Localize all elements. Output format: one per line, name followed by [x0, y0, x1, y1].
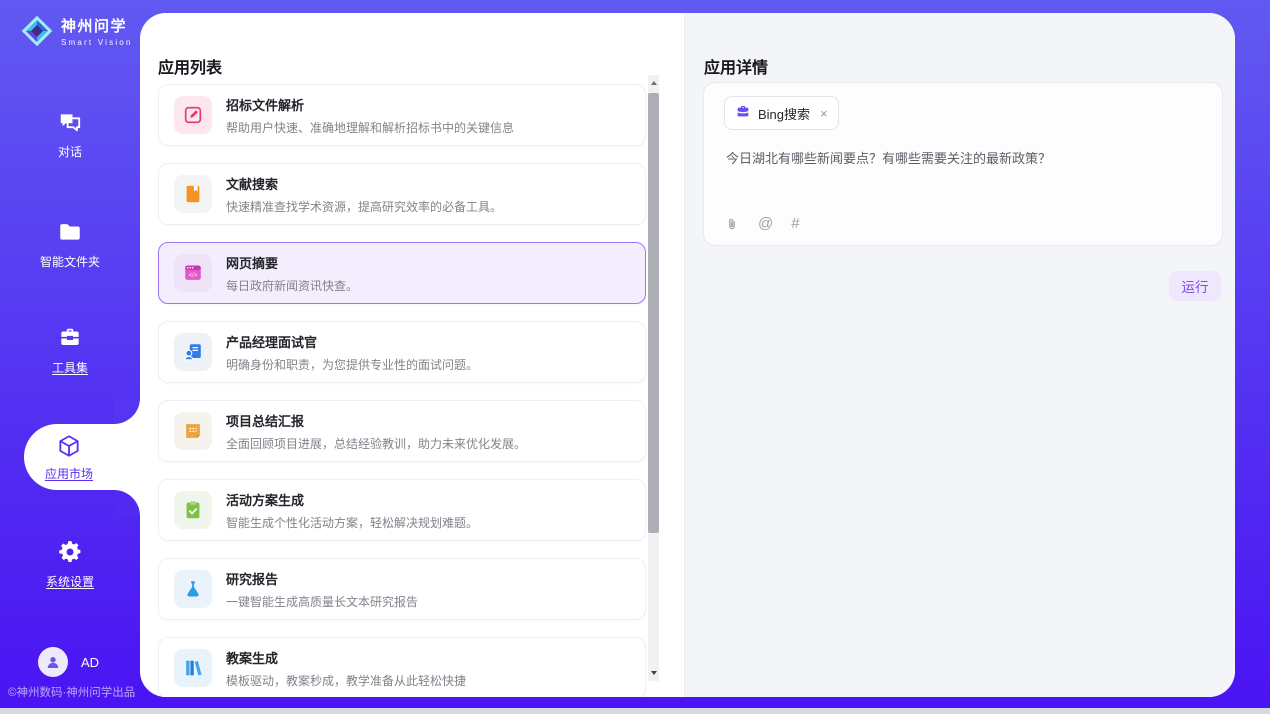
sidebar-item-label: 工具集 [52, 359, 88, 376]
folder-icon [57, 218, 83, 245]
app-root: { "brand": { "name": "神州问学", "tagline": … [0, 0, 1270, 714]
app-card-web[interactable]: </> 网页摘要 每日政府新闻资讯快查。 [158, 242, 646, 304]
sidebar-item-label: 系统设置 [46, 573, 94, 590]
tool-tag-label: Bing搜索 [758, 104, 810, 123]
app-card-lesson[interactable]: 教案生成 模板驱动，教案秒成，教学准备从此轻松快捷 [158, 637, 646, 697]
scroll-down-icon[interactable] [648, 665, 659, 681]
app-card-desc: 帮助用户快速、准确地理解和解析招标书中的关键信息 [226, 119, 514, 136]
app-card-desc: 每日政府新闻资讯快查。 [226, 277, 358, 294]
svg-text:</>: </> [189, 273, 198, 279]
app-card-bid[interactable]: 招标文件解析 帮助用户快速、准确地理解和解析招标书中的关键信息 [158, 84, 646, 146]
app-card-lit[interactable]: 文献搜索 快速精准查找学术资源，提高研究效率的必备工具。 [158, 163, 646, 225]
app-card-desc: 智能生成个性化活动方案，轻松解决规划难题。 [226, 514, 478, 531]
sidebar-item-label: 对话 [58, 143, 82, 160]
content-area: 应用列表 招标文件解析 帮助用户快速、准确地理解和解析招标书中的关键信息 文献搜… [140, 13, 1235, 697]
mention-icon[interactable]: @ [758, 215, 773, 232]
app-detail-title: 应用详情 [704, 54, 768, 78]
cube-icon [56, 433, 82, 460]
interviewer-icon [174, 333, 212, 371]
scroll-up-icon[interactable] [648, 75, 659, 91]
scrollbar[interactable] [648, 75, 659, 681]
run-button[interactable]: 运行 [1169, 271, 1221, 301]
sidebar-item-settings[interactable]: 系统设置 [0, 538, 140, 590]
attachment-icon[interactable] [724, 216, 740, 232]
brand-logo: 神州问学 Smart Vision [20, 14, 133, 53]
app-detail-panel: 应用详情 Bing搜索 × 今日湖北有哪些新闻要点？有哪些需要关注的最新政策？ [684, 13, 1235, 697]
sidebar-item-chat[interactable]: 对话 [0, 108, 140, 160]
app-card-title: 活动方案生成 [226, 490, 478, 509]
clipboard-check-icon [174, 491, 212, 529]
app-card-title: 网页摘要 [226, 253, 358, 272]
app-card-title: 文献搜索 [226, 174, 502, 193]
sidebar-item-label: 智能文件夹 [40, 253, 100, 270]
brand-tagline: Smart Vision [61, 39, 133, 48]
notch-bottom [114, 490, 140, 516]
app-card-event[interactable]: 活动方案生成 智能生成个性化活动方案，轻松解决规划难题。 [158, 479, 646, 541]
prompt-input[interactable]: 今日湖北有哪些新闻要点？有哪些需要关注的最新政策？ [726, 149, 1202, 169]
bottom-strip [0, 708, 1270, 714]
books-icon [174, 649, 212, 687]
app-card-proj[interactable]: 项目总结汇报 全面回顾项目进展，总结经验教训，助力未来优化发展。 [158, 400, 646, 462]
app-list-panel: 应用列表 招标文件解析 帮助用户快速、准确地理解和解析招标书中的关键信息 文献搜… [140, 13, 684, 697]
sidebar-item-app-market[interactable]: 应用市场 [24, 424, 140, 490]
sidebar-item-toolset[interactable]: 工具集 [0, 324, 140, 376]
app-card-desc: 模板驱动，教案秒成，教学准备从此轻松快捷 [226, 672, 466, 689]
hashtag-icon[interactable]: # [791, 215, 799, 232]
app-card-desc: 明确身份和职责，为您提供专业性的面试问题。 [226, 356, 478, 373]
sidebar: 神州问学 Smart Vision 对话 智能文件夹 工具集 应用市场 系统设置… [0, 0, 140, 714]
sidebar-item-label: 应用市场 [45, 465, 93, 482]
app-card-title: 产品经理面试官 [226, 332, 478, 351]
book-icon [174, 175, 212, 213]
app-card-desc: 快速精准查找学术资源，提高研究效率的必备工具。 [226, 198, 502, 215]
gear-icon [57, 538, 83, 565]
tag-close-icon[interactable]: × [820, 106, 828, 121]
avatar[interactable] [38, 647, 68, 677]
note-icon [174, 412, 212, 450]
webpage-code-icon: </> [174, 254, 212, 292]
tool-tag-bing-search[interactable]: Bing搜索 × [724, 96, 839, 130]
prompt-toolbar: @ # [724, 215, 800, 232]
copyright: ©神州数码·神州问学出品 [8, 684, 135, 700]
scrollbar-thumb[interactable] [648, 93, 659, 533]
app-card-title: 教案生成 [226, 648, 466, 667]
notch-top [114, 398, 140, 424]
document-edit-icon [174, 96, 212, 134]
chat-icon [57, 108, 83, 135]
app-card-research[interactable]: 研究报告 一键智能生成高质量长文本研究报告 [158, 558, 646, 620]
flask-icon [174, 570, 212, 608]
user-row[interactable]: AD [38, 647, 99, 677]
app-card-title: 项目总结汇报 [226, 411, 526, 430]
user-initials: AD [81, 655, 99, 670]
app-card-pm[interactable]: 产品经理面试官 明确身份和职责，为您提供专业性的面试问题。 [158, 321, 646, 383]
person-icon [44, 653, 62, 671]
app-card-title: 研究报告 [226, 569, 418, 588]
prompt-card: Bing搜索 × 今日湖北有哪些新闻要点？有哪些需要关注的最新政策？ @ # [703, 82, 1223, 246]
diamond-logo-icon [20, 14, 54, 53]
app-list-title: 应用列表 [158, 54, 222, 78]
app-card-desc: 一键智能生成高质量长文本研究报告 [226, 593, 418, 610]
app-card-title: 招标文件解析 [226, 95, 514, 114]
app-card-list: 招标文件解析 帮助用户快速、准确地理解和解析招标书中的关键信息 文献搜索 快速精… [158, 84, 646, 697]
toolbox-icon [57, 324, 83, 351]
app-card-desc: 全面回顾项目进展，总结经验教训，助力未来优化发展。 [226, 435, 526, 452]
sidebar-item-smart-folder[interactable]: 智能文件夹 [0, 218, 140, 270]
brand-name: 神州问学 [61, 19, 133, 36]
briefcase-icon [735, 103, 751, 124]
